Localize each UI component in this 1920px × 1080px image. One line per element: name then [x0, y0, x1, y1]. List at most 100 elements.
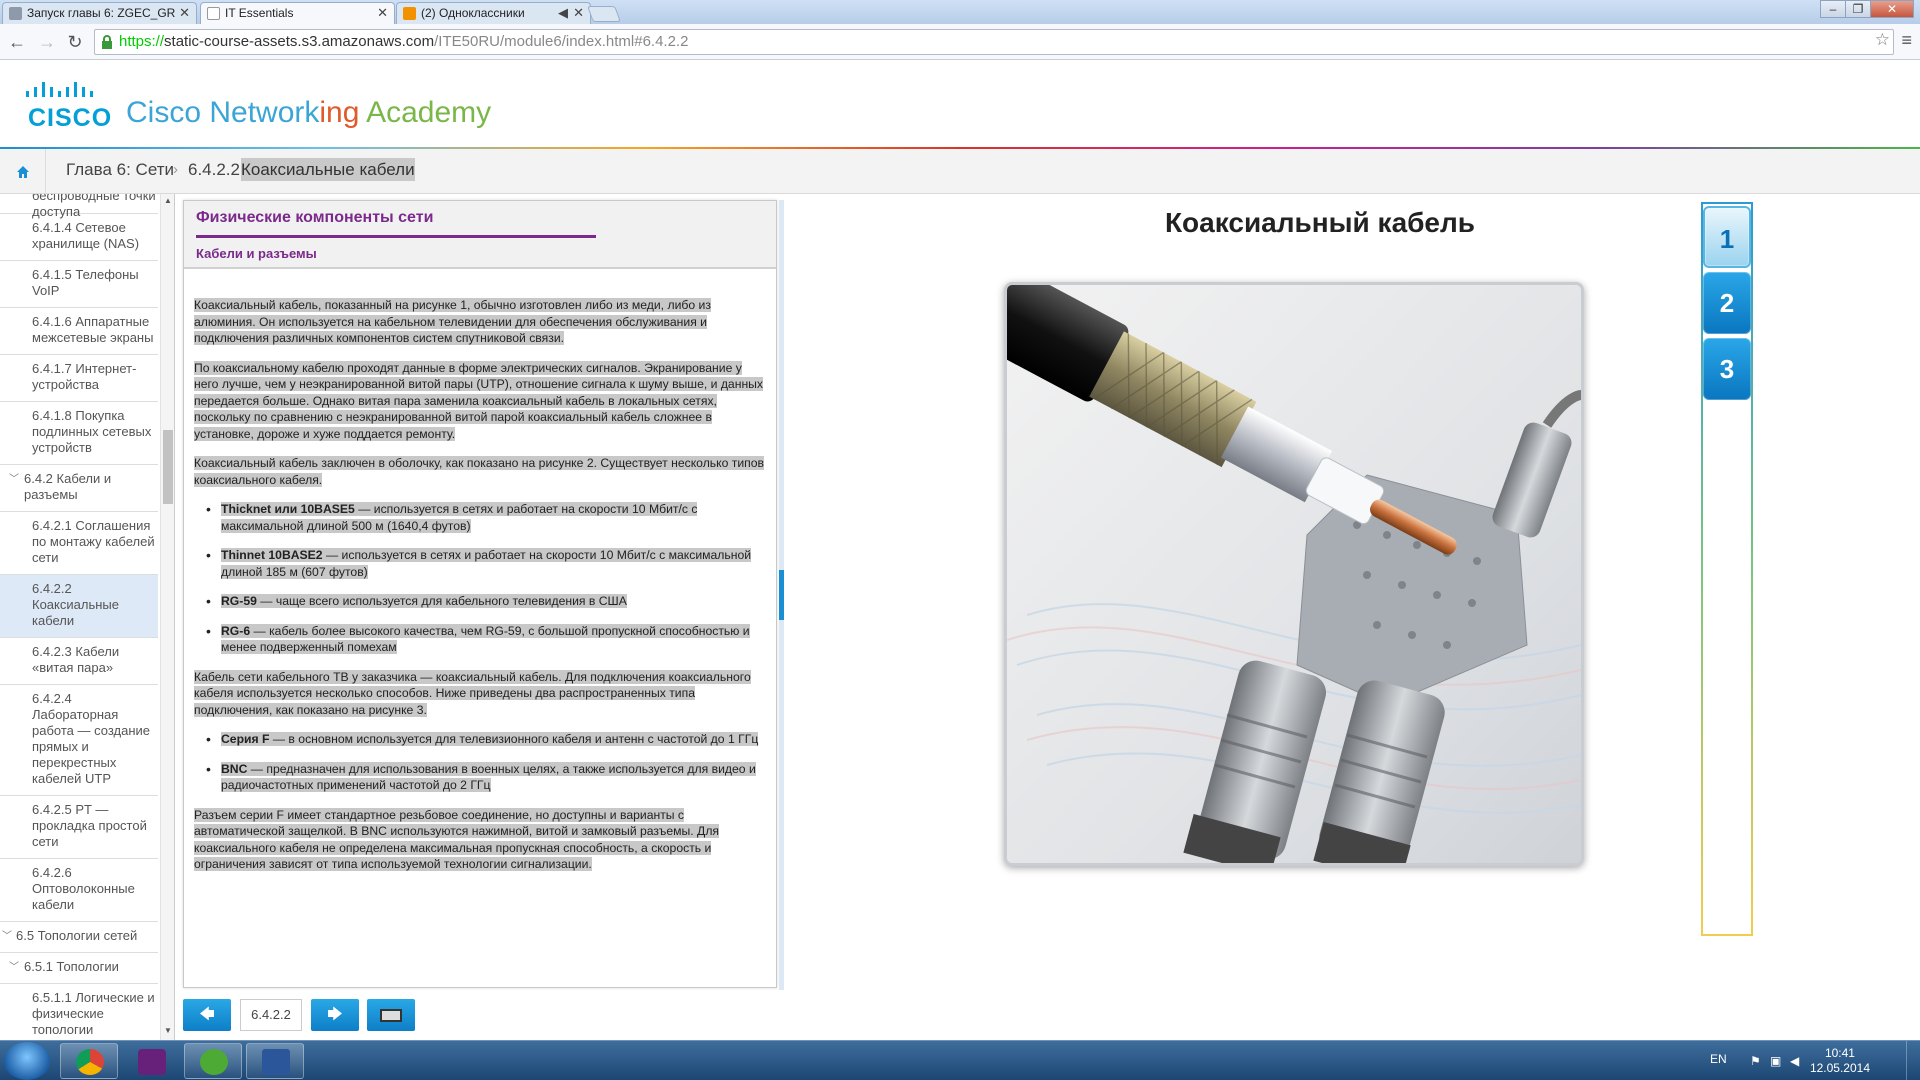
- close-icon[interactable]: ✕: [377, 3, 388, 23]
- coaxial-cable-figure: [1004, 282, 1584, 866]
- list-item-text: — кабель более высокого качества, чем RG…: [221, 623, 750, 655]
- panel-scrollbar-thumb[interactable]: [779, 570, 784, 620]
- breadcrumb-chapter[interactable]: Глава 6: Сети: [66, 149, 174, 191]
- figure-tab-2[interactable]: 2: [1703, 272, 1751, 334]
- toc-item-label: 6.4.1.4 Сетевое хранилище (NAS): [32, 220, 140, 251]
- url-path: /ITE50RU/module6/index.html#6.4.2.2: [434, 33, 689, 50]
- toc-item[interactable]: 6.4.2.4 Лабораторная работа — создание п…: [0, 685, 158, 796]
- new-tab-button[interactable]: [587, 6, 621, 22]
- close-icon[interactable]: ✕: [179, 3, 190, 23]
- url-scheme: https://: [119, 33, 165, 50]
- list-item-term: BNC: [221, 761, 248, 776]
- flag-icon[interactable]: ⚑: [1750, 1054, 1764, 1068]
- browser-tab-3-label: (2) Одноклассники: [421, 6, 525, 20]
- language-indicator[interactable]: EN: [1710, 1052, 1727, 1066]
- toc-item[interactable]: 6.4.1.8 Покупка подлинных сетевых устрой…: [0, 402, 158, 465]
- chrome-icon: [76, 1049, 104, 1075]
- browser-toolbar: ← → ↻ https://static-course-assets.s3.am…: [0, 24, 1920, 60]
- panel-scrollbar[interactable]: [779, 200, 784, 990]
- url-host: static-course-assets.s3.amazonaws.com: [164, 33, 435, 50]
- volume-icon[interactable]: ◀: [1790, 1054, 1804, 1068]
- next-page-button[interactable]: 🡆: [311, 999, 359, 1031]
- scroll-down-icon[interactable]: ▼: [163, 1026, 173, 1035]
- list-item-term: RG-59: [221, 594, 257, 608]
- browser-tab-2[interactable]: IT Essentials ✕: [200, 2, 395, 24]
- bookmark-star-icon[interactable]: ☆: [1875, 30, 1890, 50]
- toc-item-label: 6.5.1 Топологии: [24, 959, 119, 974]
- list-item-term: Thicknet или 10BASE5: [221, 502, 355, 516]
- media-toggle-button[interactable]: [367, 999, 415, 1031]
- home-button[interactable]: [0, 149, 46, 194]
- utorrent-icon: [200, 1049, 228, 1075]
- taskbar-word[interactable]: [246, 1043, 304, 1079]
- toc-item-label: 6.4.1.5 Телефоны VoIP: [32, 267, 139, 298]
- toc-chapter[interactable]: ﹀ 6.5 Топологии сетей: [0, 922, 158, 953]
- toc-scrollbar-thumb[interactable]: [163, 430, 173, 504]
- menu-icon[interactable]: ≡: [1901, 30, 1912, 51]
- toc-item[interactable]: 6.4.1.7 Интернет-устройства: [0, 355, 158, 402]
- toc-section[interactable]: ﹀ 6.5.1 Топологии: [0, 953, 158, 984]
- back-icon[interactable]: ←: [6, 31, 28, 53]
- address-bar[interactable]: https://static-course-assets.s3.amazonaw…: [94, 29, 1894, 55]
- list-item: BNC — предназначен для использования в в…: [194, 761, 766, 794]
- toc-section[interactable]: ﹀ 6.4.2 Кабели и разъемы: [0, 465, 158, 512]
- toc-item[interactable]: 6.4.1.6 Аппаратные межсетевые экраны: [0, 308, 158, 355]
- toc-item[interactable]: 6.5.1.1 Логические и физические топологи…: [0, 984, 158, 1040]
- forward-icon[interactable]: →: [36, 31, 58, 53]
- browser-tab-1[interactable]: Запуск главы 6: ZGEC_GR ✕: [2, 2, 197, 24]
- toc-item[interactable]: 6.4.2.5 PT — прокладка простой сети: [0, 796, 158, 859]
- start-button[interactable]: [4, 1042, 50, 1080]
- paragraph: Кабель сети кабельного ТВ у заказчика — …: [194, 669, 751, 717]
- taskbar-visual-studio[interactable]: [122, 1043, 180, 1079]
- site-title-part3: Academy: [359, 96, 492, 129]
- site-header: CISCO Cisco Networking Academy: [0, 60, 1920, 149]
- toc-item[interactable]: 6.4.2.6 Оптоволоконные кабели: [0, 859, 158, 922]
- clock-time: 10:41: [1824, 1046, 1855, 1060]
- taskbar-chrome[interactable]: [60, 1043, 118, 1079]
- list-item-text: — чаще всего используется для кабельного…: [256, 594, 627, 608]
- paragraph: Разъем серии F имеет стандартное резьбов…: [194, 807, 720, 871]
- panel-body: Коаксиальный кабель, показанный на рисун…: [194, 297, 766, 886]
- content-text-panel: Физические компоненты сети Кабели и разъ…: [183, 200, 777, 988]
- toc-item[interactable]: 6.4.1.4 Сетевое хранилище (NAS): [0, 214, 158, 261]
- toc-item-selected[interactable]: 6.4.2.2 Коаксиальные кабели: [0, 575, 158, 638]
- list-item: Серия F — в основном используется для те…: [194, 731, 766, 748]
- prev-page-button[interactable]: 🡄: [183, 999, 231, 1031]
- close-icon[interactable]: ✕: [573, 3, 584, 23]
- window-close-icon[interactable]: ✕: [1870, 0, 1914, 18]
- site-title-part2: ing: [319, 96, 360, 129]
- list-item-term: RG-6: [221, 623, 251, 638]
- toc-item-label: 6.4.2.2 Коаксиальные кабели: [32, 581, 119, 628]
- network-icon[interactable]: ▣: [1770, 1054, 1784, 1068]
- coaxial-cable-illustration: [1007, 285, 1581, 863]
- reload-icon[interactable]: ↻: [64, 31, 86, 53]
- figure-tab-1[interactable]: 1: [1703, 206, 1751, 268]
- cisco-logo-icon: [26, 82, 93, 97]
- scroll-up-icon[interactable]: ▲: [163, 196, 173, 205]
- toc-item[interactable]: 6.4.1.5 Телефоны VoIP: [0, 261, 158, 308]
- toc-item[interactable]: 6.4.2.1 Соглашения по монтажу кабелей се…: [0, 512, 158, 575]
- home-icon: [16, 165, 29, 178]
- paragraph: Коаксиальный кабель заключен в оболочку,…: [194, 456, 765, 487]
- toc-item[interactable]: 6.4.2.3 Кабели «витая пара»: [0, 638, 158, 685]
- browser-tab-3[interactable]: (2) Одноклассники ◀ ✕: [396, 2, 591, 24]
- toc-item-label: 6.4.2.4 Лабораторная работа — создание п…: [32, 691, 151, 786]
- toc-scrollbar[interactable]: ▲ ▼: [160, 194, 174, 1040]
- list-item-term: Thinnet 10BASE2: [221, 548, 323, 562]
- word-icon: [262, 1049, 290, 1075]
- chevron-down-icon: ﹀: [2, 931, 12, 942]
- maximize-icon[interactable]: ❐: [1845, 0, 1871, 18]
- document-icon: [207, 7, 220, 20]
- list-item: RG-59 — чаще всего используется для кабе…: [194, 593, 766, 610]
- toc-item-label: 6.4.1.8 Покупка подлинных сетевых устрой…: [32, 408, 152, 455]
- site-title[interactable]: Cisco Networking Academy: [126, 96, 491, 130]
- clock[interactable]: 10:41 12.05.2014: [1810, 1046, 1870, 1076]
- breadcrumb-current: Коаксиальные кабели: [241, 158, 415, 181]
- figure-tab-3[interactable]: 3: [1703, 338, 1751, 400]
- taskbar-utorrent[interactable]: [184, 1043, 242, 1079]
- toc-item[interactable]: беспроводные точки доступа: [0, 194, 158, 219]
- panel-subtitle: Кабели и разъемы: [196, 246, 317, 261]
- minimize-icon[interactable]: –: [1820, 0, 1846, 18]
- show-desktop-button[interactable]: [1906, 1041, 1920, 1080]
- browser-tab-bar: Запуск главы 6: ZGEC_GR ✕ IT Essentials …: [0, 0, 1920, 24]
